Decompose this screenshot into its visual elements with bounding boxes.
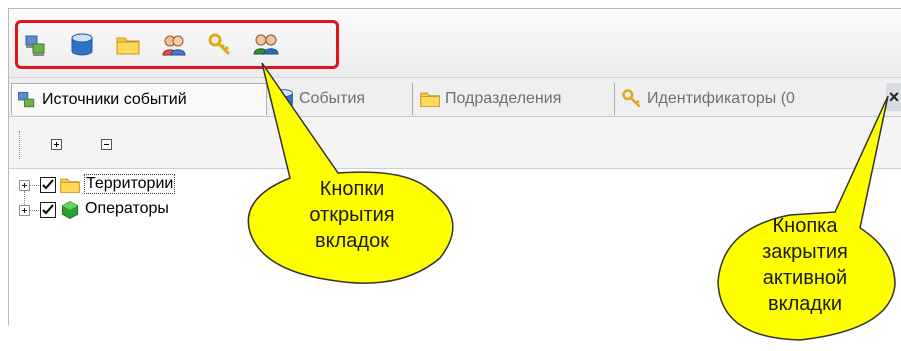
event-sources-icon (16, 89, 38, 111)
database-icon (273, 88, 295, 110)
tab-strip: Источники событий События Подразделения … (9, 78, 901, 117)
expand-icon[interactable] (19, 180, 30, 191)
tab-buttons-callout-text: Кнопки открытия вкладок (309, 178, 395, 252)
green-cube-icon (59, 199, 81, 221)
node-checkbox[interactable] (40, 202, 56, 218)
node-label: Территории (83, 174, 176, 194)
tab-departments[interactable]: Подразделения (415, 83, 615, 115)
main-toolbar (9, 9, 901, 78)
close-tab-button[interactable]: × (886, 83, 901, 111)
checkmark-icon (42, 179, 54, 190)
folder-icon (419, 88, 441, 110)
tab-label: Подразделения (445, 90, 562, 107)
keys-icon (621, 88, 643, 110)
checkmark-icon (42, 204, 54, 215)
close-tab-callout-text: Кнопка закрытия активной вкладки (762, 215, 848, 315)
tree-node-territories[interactable]: Территории (9, 174, 309, 205)
tab-identifiers[interactable]: Идентификаторы (0 (617, 83, 885, 115)
tab-event-sources[interactable]: Источники событий (11, 83, 267, 115)
node-checkbox[interactable] (40, 177, 56, 193)
tab-label: События (299, 90, 366, 107)
tab-events[interactable]: События (269, 83, 413, 115)
tree-toolbar (9, 117, 901, 167)
node-label: Операторы (85, 200, 169, 217)
collapse-all-button[interactable] (101, 139, 112, 150)
expand-icon[interactable] (19, 205, 30, 216)
tab-label: Идентификаторы (0 (647, 90, 795, 107)
expand-all-button[interactable] (51, 139, 62, 150)
tab-buttons-highlight (15, 20, 339, 69)
folder-icon (59, 174, 81, 196)
tree-node-operators[interactable]: Операторы (9, 199, 309, 223)
tab-label: Источники событий (42, 90, 187, 108)
toolbar-grip[interactable] (19, 131, 22, 159)
